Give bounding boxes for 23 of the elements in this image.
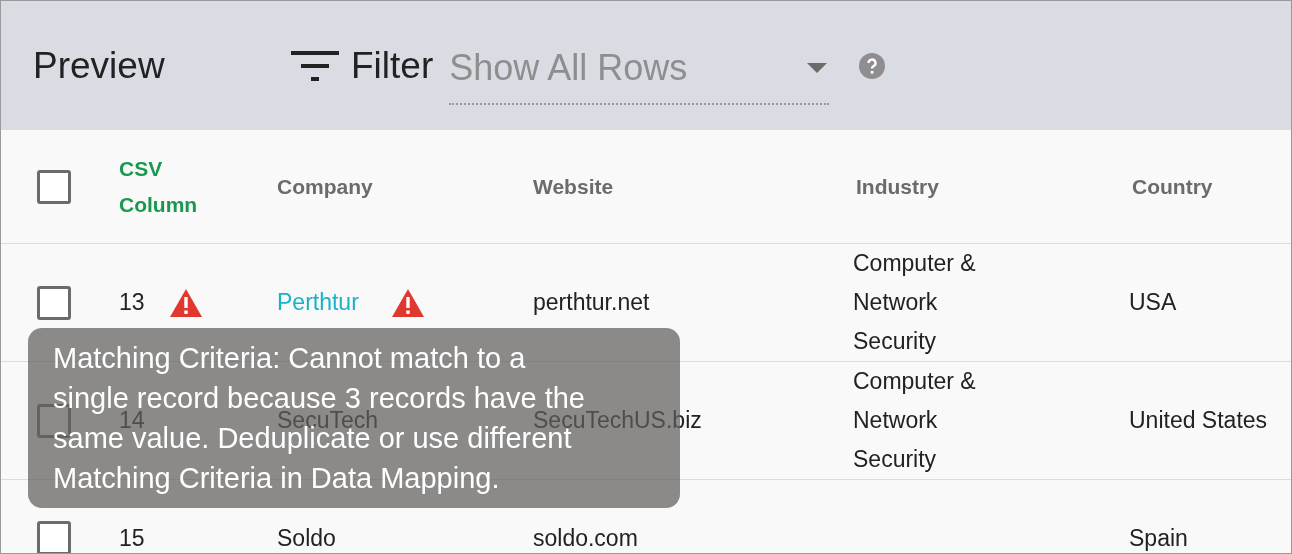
checkbox[interactable] [37,285,71,320]
filter-icon [291,48,339,83]
column-header[interactable]: Country [1129,168,1291,205]
table-cell-text: Soldo [277,523,336,553]
checkbox[interactable] [37,521,71,553]
help-icon[interactable] [859,52,886,79]
table-cell-text: perthtur.net [533,288,651,318]
filter-label: Filter [351,43,434,88]
table-cell-text: soldo.com [533,523,639,553]
table-cell-text: Computer & Network Security [853,249,977,356]
table-cell-text: United States [1129,406,1269,436]
table-cell-text: USA [1129,288,1178,318]
column-header[interactable]: Industry [853,168,1129,205]
panel-title: Preview [33,43,166,88]
checkbox[interactable] [37,169,71,204]
table-cell-text: 15 [119,523,145,553]
table-cell-text: Spain [1129,523,1189,553]
table-cell-text: 13 [119,288,145,318]
column-header[interactable]: Website [533,168,853,205]
table-cell-text: Computer & Network Security [853,367,977,474]
column-header[interactable]: CSV Column [119,150,219,223]
caret-icon [807,62,828,73]
column-header[interactable]: Company [277,168,533,205]
